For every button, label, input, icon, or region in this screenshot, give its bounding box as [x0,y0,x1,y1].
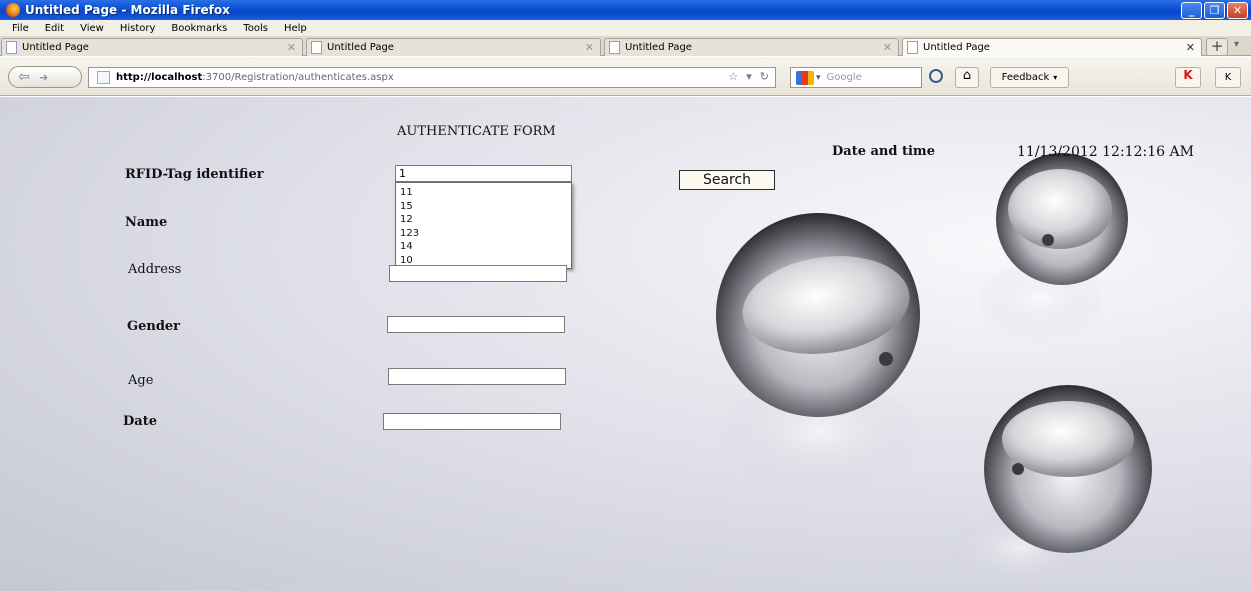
url-actions: ☆ ▾ ↻ [728,70,769,83]
menu-tools[interactable]: Tools [235,23,276,34]
url-host: http://localhost [116,72,203,83]
tab-label: Untitled Page [22,42,89,53]
gender-input[interactable] [387,316,565,333]
tab-list-icon[interactable]: ▾ [1234,39,1239,50]
address-input[interactable] [389,265,567,282]
tab-label: Untitled Page [923,42,990,53]
tab-label: Untitled Page [327,42,394,53]
gender-label: Gender [127,319,181,334]
tab-close-icon[interactable]: ✕ [287,41,296,54]
suggestion-item[interactable]: 12 [396,213,571,227]
engine-dropdown-icon[interactable]: ▾ [816,73,821,83]
tab-label: Untitled Page [625,42,692,53]
new-tab-button[interactable]: + [1206,38,1228,56]
date-label: Date [123,414,157,429]
tab-close-icon[interactable]: ✕ [1186,41,1195,54]
menu-history[interactable]: History [112,23,164,34]
addon-flag-button[interactable]: K [1175,67,1201,88]
tab-4-active[interactable]: Untitled Page ✕ [902,38,1202,56]
suggestion-item[interactable]: 123 [396,227,571,241]
back-forward-group: ⇦ ➜ [8,66,82,88]
small-sphere-bottom [950,385,1152,590]
tab-2[interactable]: Untitled Page ✕ [306,38,601,56]
age-label: Age [128,373,154,388]
home-button[interactable]: ⌂ [955,67,979,88]
tab-close-icon[interactable]: ✕ [883,41,892,54]
close-icon[interactable]: ✕ [1227,2,1248,19]
datetime-value: 11/13/2012 12:12:16 AM [1017,144,1194,160]
firefox-logo-icon [6,3,20,17]
menu-bar: File Edit View History Bookmarks Tools H… [0,20,1251,36]
menu-file[interactable]: File [4,23,37,34]
tab-bar: Untitled Page ✕ Untitled Page ✕ Untitled… [0,36,1251,56]
search-bar[interactable]: ▾ Google [790,67,922,88]
form-title: AUTHENTICATE FORM [397,124,556,139]
restore-icon[interactable]: ❐ [1204,2,1225,19]
back-arrow-icon[interactable]: ⇦ [13,67,35,87]
menu-help[interactable]: Help [276,23,315,34]
addon-flag-icon: K [1183,68,1193,82]
rfid-autocomplete-dropdown: 11 15 12 123 14 10 [395,182,572,269]
page-icon [907,41,918,54]
page-icon [6,41,17,54]
search-button[interactable]: Search [679,170,775,190]
url-text: http://localhost:3700/Registration/authe… [116,72,394,83]
rfid-label: RFID-Tag identifier [125,167,264,182]
menu-edit[interactable]: Edit [37,23,72,34]
suggestion-item[interactable]: 11 [396,186,571,200]
addon-k-label: K [1224,72,1232,83]
age-input[interactable] [388,368,566,385]
address-bar[interactable]: http://localhost:3700/Registration/authe… [88,67,776,88]
home-icon: ⌂ [962,68,972,83]
forward-arrow-icon[interactable]: ➜ [39,71,48,84]
page-icon [609,41,620,54]
datetime-label: Date and time [832,144,935,159]
address-label: Address [128,262,182,277]
window-controls: _ ❐ ✕ [1181,2,1248,19]
bookmark-star-icon[interactable]: ☆ [728,70,738,83]
name-label: Name [125,215,168,230]
minimize-icon[interactable]: _ [1181,2,1202,19]
search-magnifier-icon[interactable] [929,69,943,83]
menu-view[interactable]: View [72,23,112,34]
url-path: :3700/Registration/authenticates.aspx [202,72,394,83]
feedback-dropdown-icon: ▾ [1053,73,1058,82]
feedback-button[interactable]: Feedback ▾ [990,67,1069,88]
small-sphere-top [978,153,1128,342]
menu-bookmarks[interactable]: Bookmarks [163,23,235,34]
tab-3[interactable]: Untitled Page ✕ [604,38,899,56]
url-history-dropdown-icon[interactable]: ▾ [746,70,752,83]
tab-1[interactable]: Untitled Page ✕ [1,38,303,56]
google-engine-icon[interactable] [796,70,814,85]
feedback-label: Feedback [1001,72,1050,83]
suggestion-item[interactable]: 15 [396,200,571,214]
addon-k-button[interactable]: K [1215,67,1241,88]
page-icon [311,41,322,54]
large-sphere [716,213,920,495]
search-placeholder: Google [826,72,862,83]
suggestion-item[interactable]: 14 [396,240,571,254]
date-input[interactable] [383,413,561,430]
site-identity-icon[interactable] [97,71,110,84]
rfid-input[interactable]: 1 [395,165,572,182]
window-title: Untitled Page - Mozilla Firefox [25,3,230,17]
window-title-bar: Untitled Page - Mozilla Firefox _ ❐ ✕ [0,0,1251,20]
page-content: AUTHENTICATE FORM RFID-Tag identifier 1 … [0,97,1251,591]
navigation-toolbar: ⇦ ➜ http://localhost:3700/Registration/a… [0,57,1251,96]
reload-icon[interactable]: ↻ [760,70,769,83]
tab-close-icon[interactable]: ✕ [585,41,594,54]
